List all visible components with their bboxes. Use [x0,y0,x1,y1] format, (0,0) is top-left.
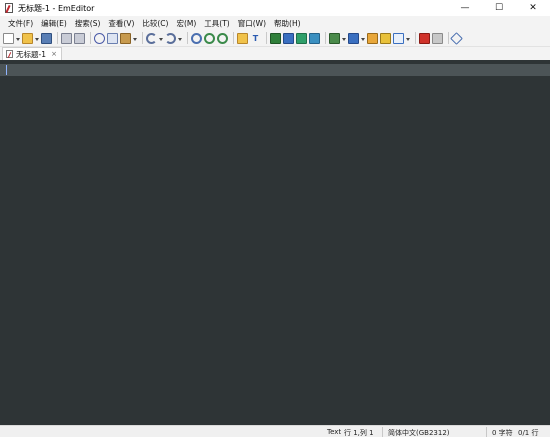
editor-area[interactable] [0,60,550,425]
status-encoding[interactable]: 简体中文(GB2312) [388,428,450,437]
status-divider [486,427,487,437]
menu-search[interactable]: 搜索(S) [71,18,105,29]
close-tab-icon[interactable]: × [51,50,57,58]
menu-edit[interactable]: 编辑(E) [37,18,71,29]
open-dropdown-icon[interactable] [35,33,39,44]
copy-icon[interactable] [107,32,118,44]
new-icon[interactable] [3,32,14,44]
toolbar-separator [448,32,449,44]
paste-icon[interactable] [120,32,131,44]
menu-bar: 文件(F) 编辑(E) 搜索(S) 查看(V) 比较(C) 宏(M) 工具(T)… [0,16,550,30]
tools-icon[interactable] [450,31,463,45]
tab-untitled-1[interactable]: 无标题-1 × [2,47,62,60]
status-mode: Text [327,428,342,436]
view-2-icon[interactable] [283,32,294,44]
view-1-icon[interactable] [270,32,281,44]
menu-compare[interactable]: 比较(C) [138,18,172,29]
record-stop-icon[interactable] [419,32,430,44]
print-preview-icon[interactable] [74,32,85,44]
emeditor-app-icon [4,2,14,14]
menu-view[interactable]: 查看(V) [104,18,138,29]
find-prev-icon[interactable] [217,32,228,44]
open-icon[interactable] [22,32,33,44]
text-icon[interactable]: T [250,33,261,44]
find-next-icon[interactable] [204,32,215,44]
play-icon[interactable] [432,32,443,44]
window-controls: — ☐ ✕ [448,0,550,16]
tab-bar: 无标题-1 × [0,47,550,60]
window-title: 无标题-1 - EmEditor [18,3,95,13]
menu-help[interactable]: 帮助(H) [270,18,305,29]
status-chars: 0 字符 [492,429,513,437]
tab-label: 无标题-1 [16,49,46,59]
undo-icon[interactable] [146,32,157,44]
title-bar: 无标题-1 - EmEditor — ☐ ✕ [0,0,550,16]
view-4-icon[interactable] [309,32,320,44]
minimize-button[interactable]: — [448,0,482,16]
undo-dropdown-icon[interactable] [159,33,163,44]
find-in-files-icon[interactable] [237,32,248,44]
toolbar-separator [415,32,416,44]
frame-dropdown-icon[interactable] [406,33,410,44]
redo-icon[interactable] [165,32,176,44]
status-divider [382,427,383,437]
status-bar: Text 行 1,列 1 简体中文(GB2312) 0 字符 0/1 行 [0,425,550,437]
toolbar-separator [142,32,143,44]
toolbar-separator [233,32,234,44]
menu-macros[interactable]: 宏(M) [172,18,200,29]
menu-file[interactable]: 文件(F) [4,18,37,29]
menu-tools[interactable]: 工具(T) [200,18,233,29]
close-button[interactable]: ✕ [516,0,550,16]
macro-icon[interactable] [348,32,359,44]
pencil-2-icon[interactable] [380,32,391,44]
toolbar-separator [90,32,91,44]
toolbar-separator [57,32,58,44]
find-icon[interactable] [191,32,202,44]
marker-dropdown-icon[interactable] [342,33,346,44]
macro-dropdown-icon[interactable] [361,33,365,44]
toolbar-separator [187,32,188,44]
save-icon[interactable] [41,32,52,44]
frame-icon[interactable] [393,32,404,44]
redo-dropdown-icon[interactable] [178,33,182,44]
new-dropdown-icon[interactable] [16,33,20,44]
toolbar: T [0,30,550,47]
cut-icon[interactable] [94,32,105,44]
text-caret [6,65,7,75]
print-icon[interactable] [61,32,72,44]
pencil-icon[interactable] [367,32,378,44]
toolbar-separator [266,32,267,44]
view-3-icon[interactable] [296,32,307,44]
marker-icon[interactable] [329,32,340,44]
maximize-button[interactable]: ☐ [482,0,516,16]
menu-window[interactable]: 窗口(W) [234,18,270,29]
status-lines: 0/1 行 [518,429,539,437]
toolbar-separator [325,32,326,44]
paste-dropdown-icon[interactable] [133,33,137,44]
current-line-highlight [0,64,550,76]
document-icon [6,50,13,58]
status-position: 行 1,列 1 [344,429,374,437]
